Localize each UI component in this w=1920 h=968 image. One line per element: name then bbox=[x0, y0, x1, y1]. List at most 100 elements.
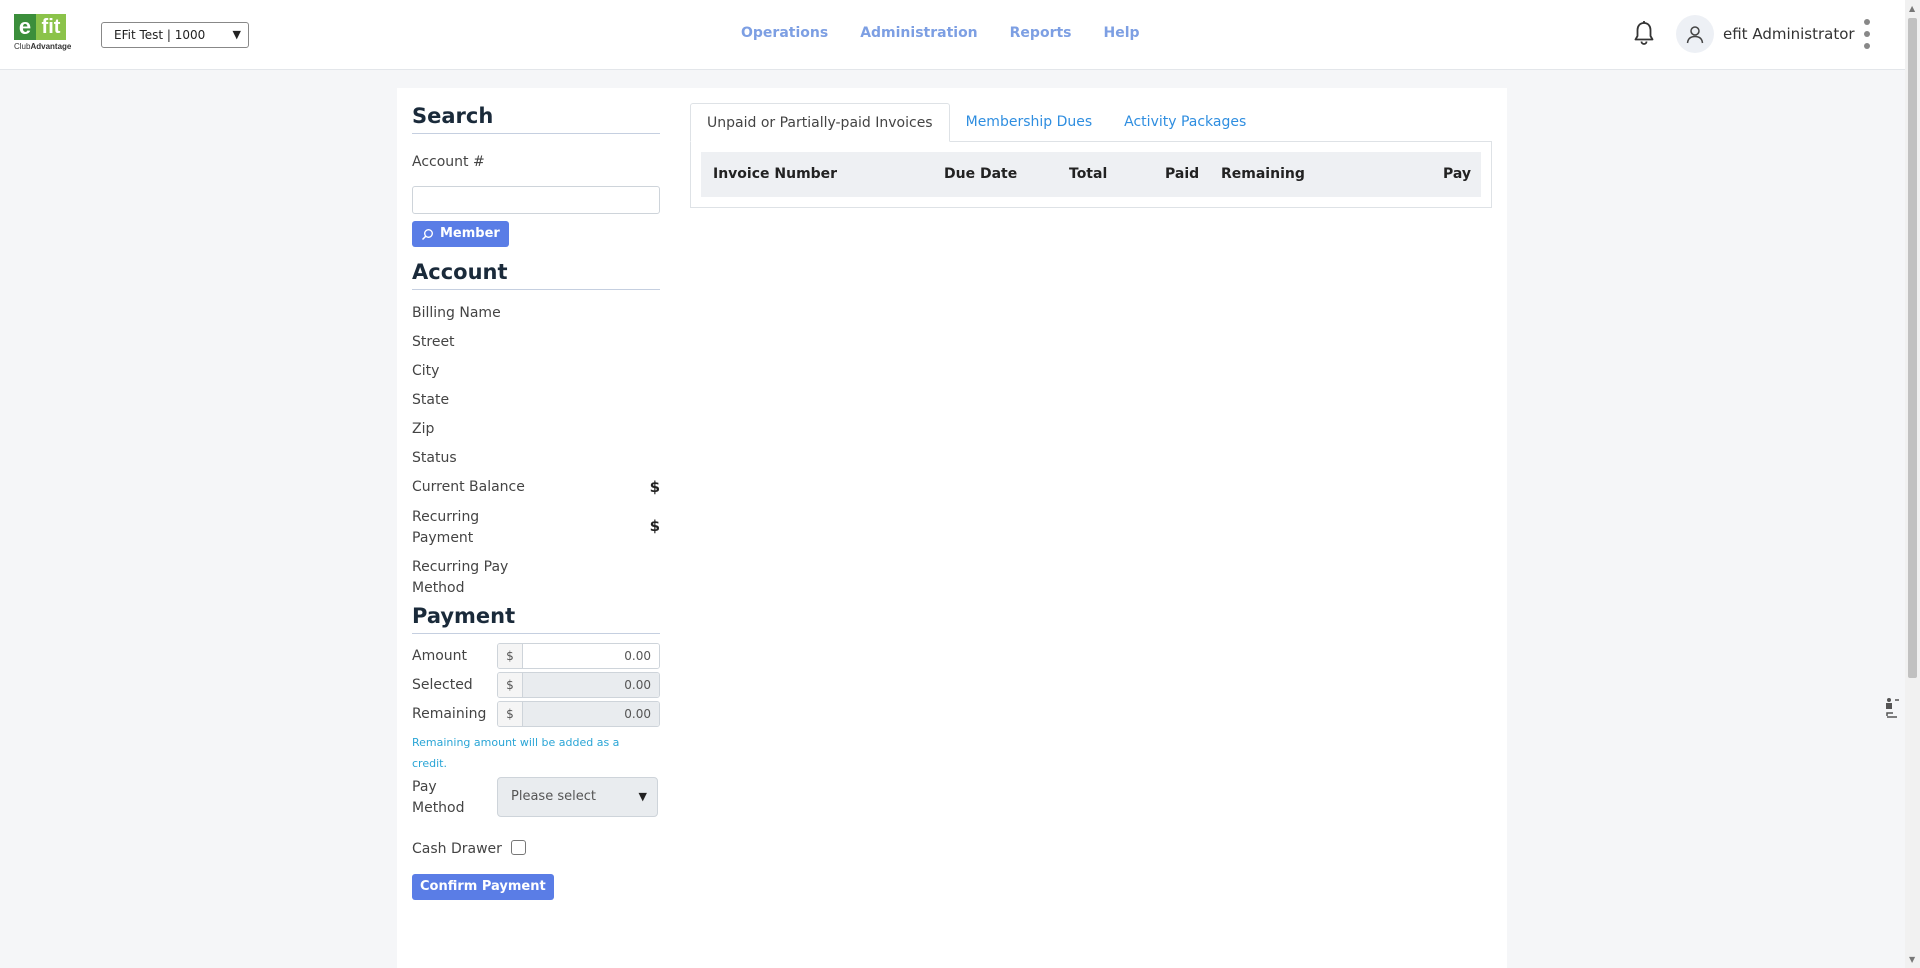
pay-method-label: Pay Method bbox=[412, 777, 465, 819]
city-label: City bbox=[412, 363, 440, 379]
recurring-pay-method-label: Recurring Pay Method bbox=[412, 557, 508, 599]
club-selector[interactable]: EFit Test | 1000 ▼ bbox=[101, 22, 249, 48]
avatar[interactable] bbox=[1676, 15, 1714, 53]
remaining-row: Remaining $ 0.00 bbox=[412, 699, 660, 728]
invoice-tabs: Unpaid or Partially-paid Invoices Member… bbox=[690, 103, 1492, 142]
recurring-pay-method-label-2: Method bbox=[412, 580, 465, 596]
scroll-up-arrow-icon[interactable]: ▲ bbox=[1909, 4, 1915, 13]
logo-subtitle: ClubAdvantage bbox=[14, 42, 86, 52]
efit-logo[interactable]: e fit ClubAdvantage bbox=[14, 14, 86, 54]
nav-help[interactable]: Help bbox=[1104, 24, 1140, 42]
hint-line-2: credit. bbox=[412, 757, 447, 770]
selected-currency: $ bbox=[498, 673, 523, 697]
account-number-input[interactable] bbox=[412, 186, 660, 214]
billing-name-row: Billing Name bbox=[412, 299, 660, 328]
selected-label: Selected bbox=[412, 677, 473, 693]
account-title: Account bbox=[412, 259, 660, 290]
logo-sub-club: Club bbox=[14, 42, 31, 51]
hint-line-1: Remaining amount will be added as a bbox=[412, 736, 620, 749]
cash-drawer-label: Cash Drawer bbox=[412, 841, 502, 857]
tab-activity-packages[interactable]: Activity Packages bbox=[1108, 103, 1262, 142]
zip-label: Zip bbox=[412, 421, 435, 437]
accessibility-widget-icon[interactable] bbox=[1884, 694, 1902, 724]
payment-title: Payment bbox=[412, 603, 660, 634]
current-balance-row: Current Balance $ bbox=[412, 473, 660, 502]
state-row: State bbox=[412, 386, 660, 415]
remaining-currency: $ bbox=[498, 702, 523, 726]
payment-card: Search Account # Member Account Billing … bbox=[397, 88, 1507, 968]
invoice-table-header: Invoice Number Due Date Total Paid Remai… bbox=[701, 152, 1481, 197]
nav-administration[interactable]: Administration bbox=[860, 24, 977, 42]
selected-value: 0.00 bbox=[523, 673, 659, 697]
recurring-payment-label-2: Payment bbox=[412, 530, 474, 546]
logo-e: e bbox=[14, 14, 36, 40]
tab-unpaid-invoices[interactable]: Unpaid or Partially-paid Invoices bbox=[690, 103, 950, 142]
nav-operations[interactable]: Operations bbox=[741, 24, 828, 42]
chevron-down-icon: ▼ bbox=[638, 790, 647, 803]
amount-value: 0.00 bbox=[523, 644, 659, 668]
selected-row: Selected $ 0.00 bbox=[412, 670, 660, 699]
cash-drawer-checkbox[interactable] bbox=[511, 840, 526, 855]
account-number-label: Account # bbox=[412, 154, 485, 170]
bell-icon[interactable] bbox=[1633, 20, 1655, 46]
zip-row: Zip bbox=[412, 415, 660, 444]
col-invoice-number[interactable]: Invoice Number bbox=[713, 165, 837, 183]
recurring-pay-method-label-1: Recurring Pay bbox=[412, 559, 509, 575]
search-title: Search bbox=[412, 103, 660, 134]
remaining-credit-hint: Remaining amount will be added as a credi… bbox=[412, 732, 660, 774]
right-panel: Unpaid or Partially-paid Invoices Member… bbox=[690, 103, 1492, 208]
street-row: Street bbox=[412, 328, 660, 357]
page-scrollbar[interactable]: ▲ ▼ bbox=[1905, 0, 1920, 968]
user-icon bbox=[1686, 26, 1704, 44]
current-balance-label: Current Balance bbox=[412, 479, 525, 495]
amount-currency: $ bbox=[498, 644, 523, 668]
logo-fit: fit bbox=[36, 14, 66, 40]
recurring-payment-label: Recurring Payment bbox=[412, 507, 479, 549]
current-balance-value: $ bbox=[649, 478, 660, 496]
status-row: Status bbox=[412, 444, 660, 473]
billing-name-label: Billing Name bbox=[412, 305, 501, 321]
club-selector-value: EFit Test | 1000 bbox=[114, 28, 206, 42]
remaining-label: Remaining bbox=[412, 706, 487, 722]
pay-method-label-2: Method bbox=[412, 800, 465, 816]
recurring-payment-row: Recurring Payment $ bbox=[412, 502, 660, 552]
logo-sub-advantage: Advantage bbox=[30, 42, 72, 51]
amount-label: Amount bbox=[412, 648, 468, 664]
col-pay[interactable]: Pay bbox=[1443, 165, 1471, 183]
status-label: Status bbox=[412, 450, 457, 466]
recurring-payment-value: $ bbox=[649, 517, 660, 535]
pay-method-value: Please select bbox=[511, 789, 596, 804]
left-panel: Search Account # Member Account Billing … bbox=[412, 103, 660, 900]
more-options-icon[interactable] bbox=[1862, 19, 1872, 49]
recurring-pay-method-row: Recurring Pay Method bbox=[412, 552, 660, 602]
member-search-button[interactable]: Member bbox=[412, 221, 509, 247]
remaining-field: $ 0.00 bbox=[497, 701, 660, 727]
remaining-value: 0.00 bbox=[523, 702, 659, 726]
col-total[interactable]: Total bbox=[1069, 165, 1107, 183]
confirm-payment-button[interactable]: Confirm Payment bbox=[412, 874, 554, 900]
tab-content: Invoice Number Due Date Total Paid Remai… bbox=[690, 141, 1492, 208]
state-label: State bbox=[412, 392, 450, 408]
pay-method-select[interactable]: Please select ▼ bbox=[497, 777, 658, 817]
top-navbar: e fit ClubAdvantage EFit Test | 1000 ▼ O… bbox=[0, 0, 1905, 70]
scrollbar-thumb[interactable] bbox=[1908, 18, 1917, 678]
cash-drawer-row: Cash Drawer bbox=[412, 834, 660, 863]
chevron-down-icon: ▼ bbox=[232, 28, 241, 41]
amount-input[interactable]: $ 0.00 bbox=[497, 643, 660, 669]
col-paid[interactable]: Paid bbox=[1165, 165, 1199, 183]
recurring-payment-label-1: Recurring bbox=[412, 509, 480, 525]
main-nav: Operations Administration Reports Help bbox=[741, 24, 1140, 42]
street-label: Street bbox=[412, 334, 455, 350]
user-name[interactable]: efit Administrator bbox=[1723, 25, 1855, 43]
pay-method-label-1: Pay bbox=[412, 779, 437, 795]
pay-method-row: Pay Method Please select ▼ bbox=[412, 777, 660, 831]
search-icon bbox=[421, 228, 433, 240]
confirm-payment-label: Confirm Payment bbox=[420, 879, 546, 894]
tab-membership-dues[interactable]: Membership Dues bbox=[950, 103, 1109, 142]
col-due-date[interactable]: Due Date bbox=[944, 165, 1017, 183]
city-row: City bbox=[412, 357, 660, 386]
col-remaining[interactable]: Remaining bbox=[1221, 165, 1305, 183]
scroll-down-arrow-icon[interactable]: ▼ bbox=[1909, 955, 1915, 964]
amount-row: Amount $ 0.00 bbox=[412, 641, 660, 670]
nav-reports[interactable]: Reports bbox=[1010, 24, 1072, 42]
